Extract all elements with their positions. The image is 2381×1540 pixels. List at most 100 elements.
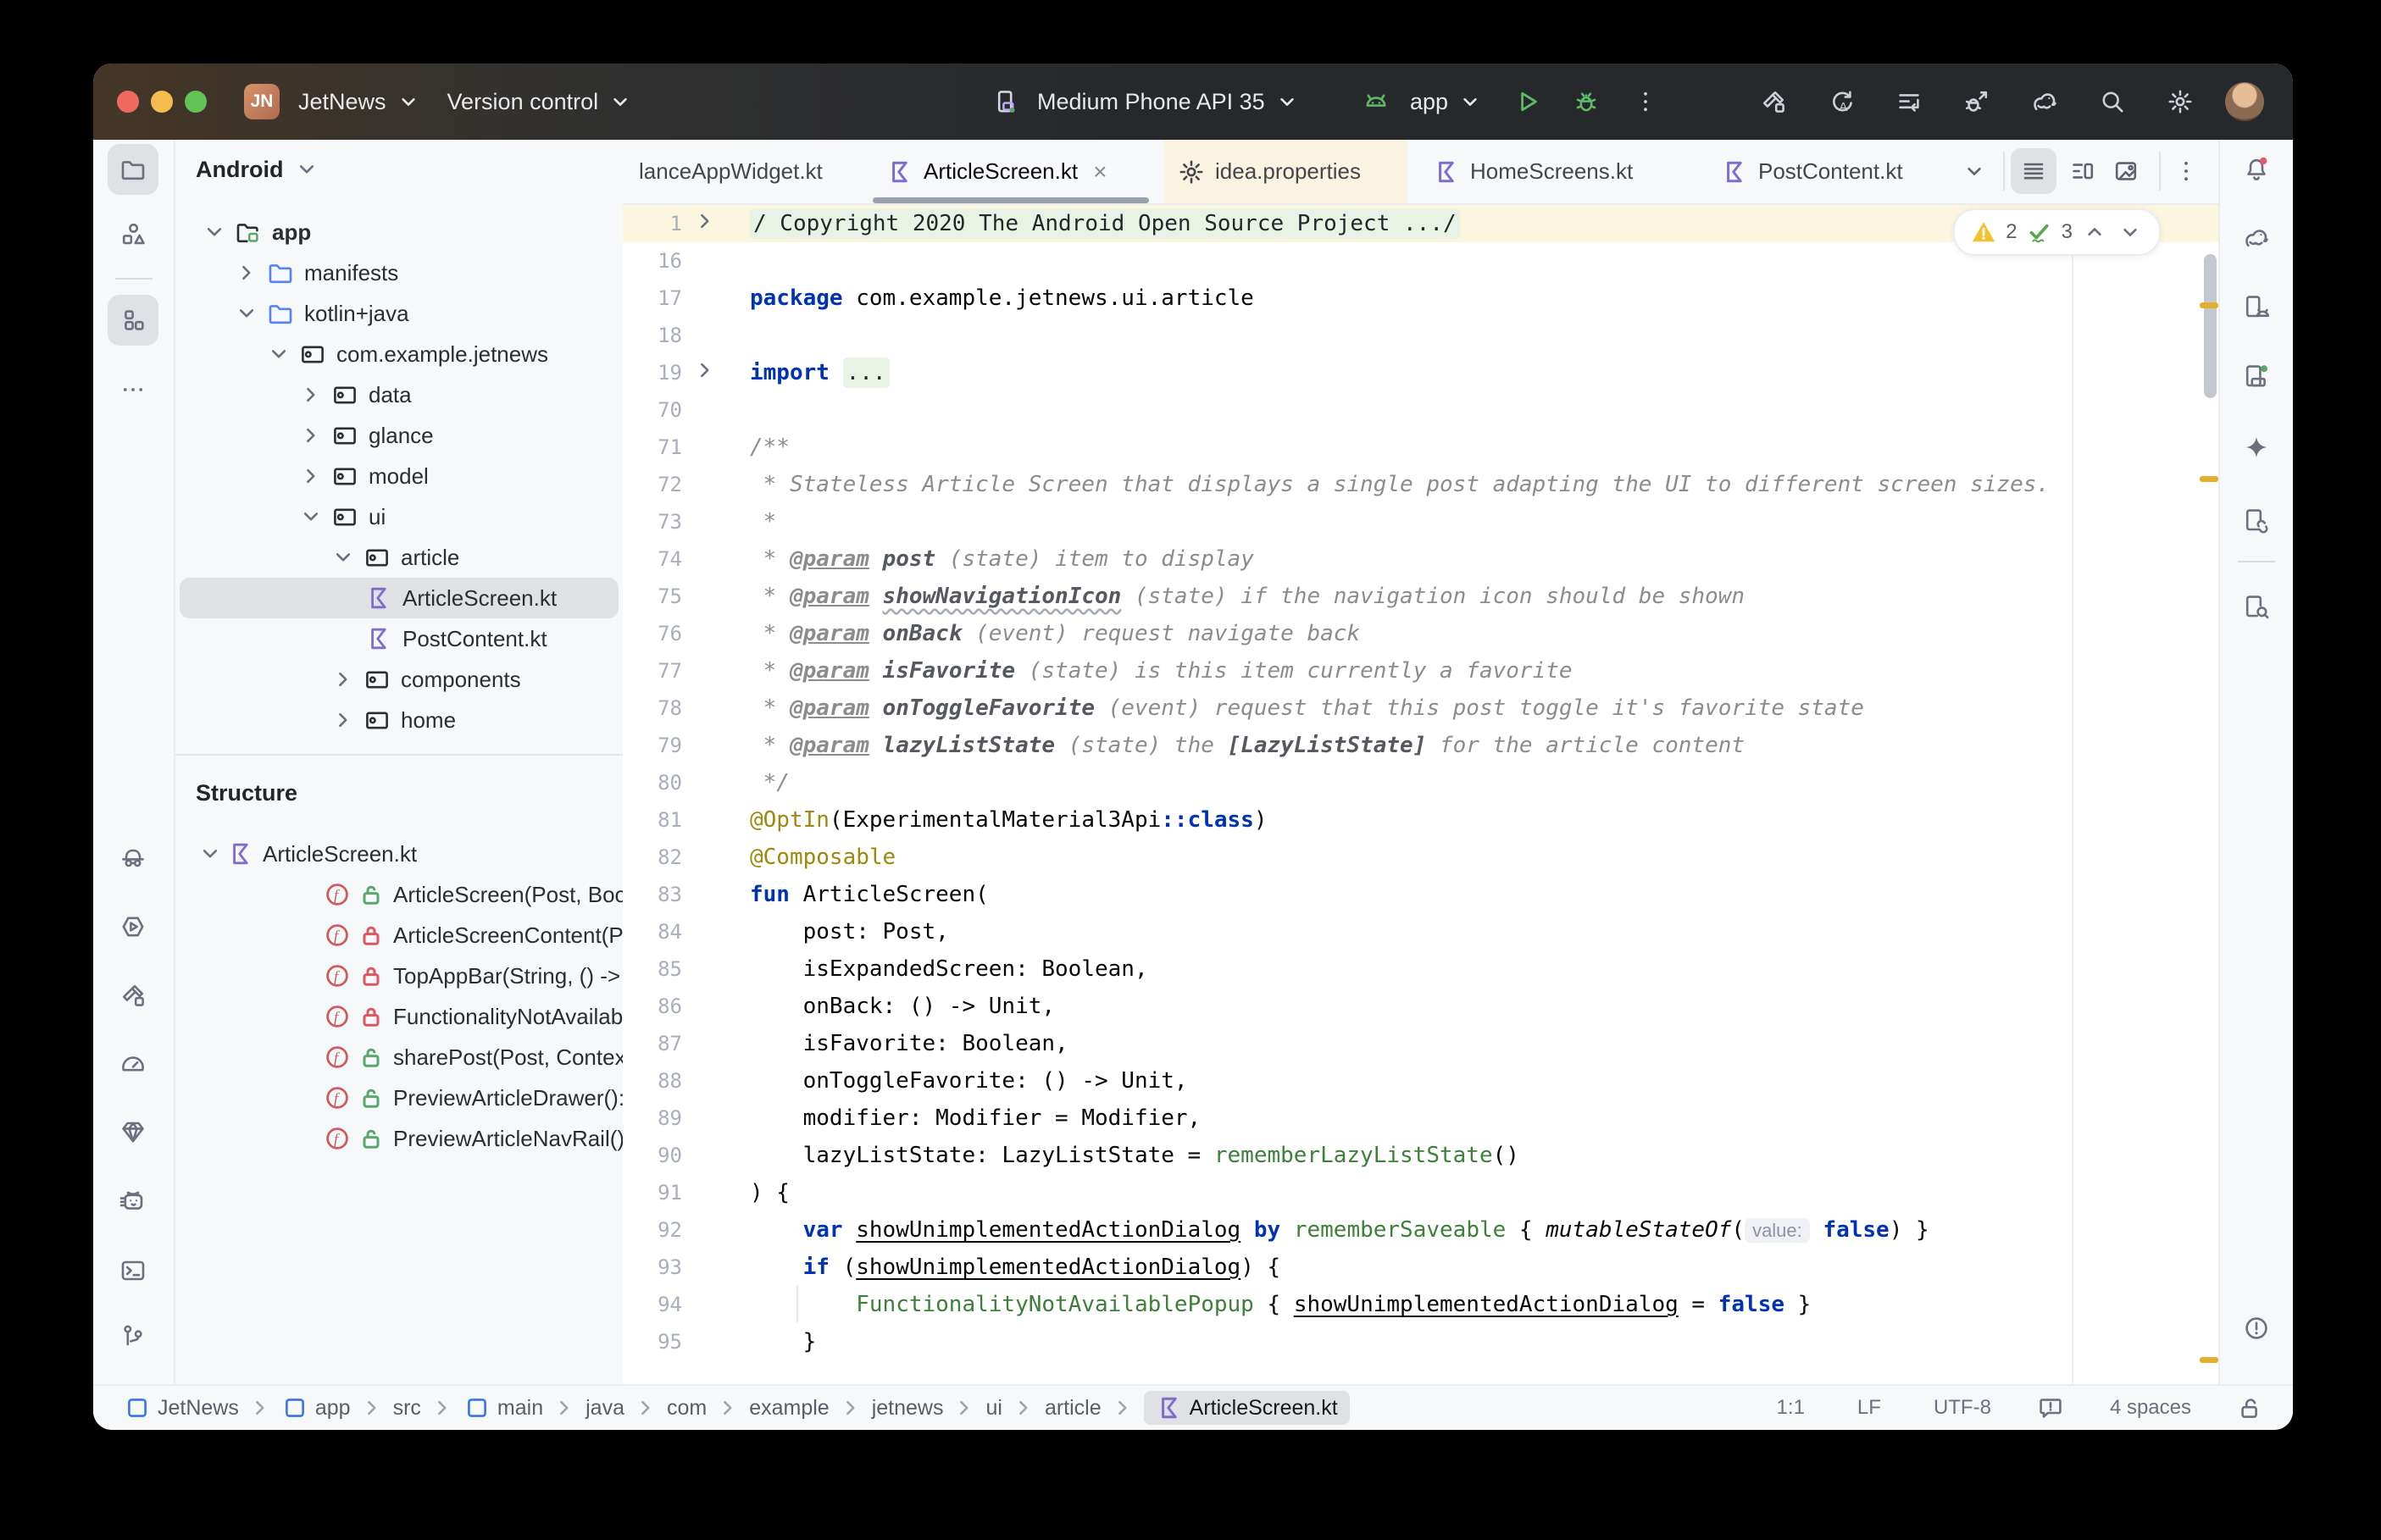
tool-version-control-button[interactable] (108, 1310, 158, 1361)
tool-structure-button[interactable] (108, 295, 158, 346)
settings-button[interactable] (2157, 79, 2203, 125)
run-configuration-selector[interactable]: app (1403, 83, 1490, 120)
breadcrumb-jetnews[interactable]: JetNews (124, 1394, 239, 1421)
collapse-chevron-right-icon[interactable] (294, 463, 328, 490)
project-tree-item-article[interactable]: article (180, 537, 619, 578)
preview-view-button[interactable] (2103, 148, 2149, 194)
structure-file-row[interactable]: ArticleScreen.kt (175, 834, 623, 874)
split-view-button[interactable] (2060, 148, 2106, 194)
collapse-chevron-right-icon[interactable] (294, 422, 328, 449)
gemini-button[interactable] (2231, 422, 2282, 473)
problems-button[interactable] (2231, 1303, 2282, 1354)
readonly-toggle-button[interactable] (2237, 1394, 2264, 1421)
tool-resource-manager-button[interactable] (108, 209, 158, 260)
sync-debugger-button[interactable]: A (1818, 79, 1864, 125)
collapse-chevron-right-icon[interactable] (230, 259, 264, 286)
project-tree-item-manifests[interactable]: manifests (180, 252, 619, 293)
tool-terminal-button[interactable] (108, 1245, 158, 1296)
expand-chevron-down-icon[interactable] (230, 300, 264, 327)
warning-stripe-mark[interactable] (2200, 302, 2218, 308)
structure-item[interactable]: fPreviewArticleDrawer(): Unit (175, 1077, 623, 1118)
build-button[interactable] (1751, 79, 1796, 125)
close-button[interactable] (117, 91, 139, 113)
notifications-button[interactable] (2231, 143, 2282, 194)
tool-profiler-button[interactable] (108, 1038, 158, 1089)
expand-chevron-down-icon[interactable] (197, 219, 231, 246)
editor-view-button[interactable] (2011, 148, 2056, 194)
structure-item[interactable]: fPreviewArticleNavRail(): Unit (175, 1118, 623, 1159)
gradle-sync-button[interactable] (2022, 79, 2067, 125)
tool-build-button[interactable] (108, 970, 158, 1021)
device-manager-button[interactable] (2231, 281, 2282, 332)
editor-scrollbar[interactable] (2204, 254, 2217, 398)
project-tree-item-articlescreen-kt[interactable]: ArticleScreen.kt (180, 578, 619, 618)
breadcrumb-src[interactable]: src (393, 1396, 421, 1421)
editor-tab-postcontent-kt[interactable]: PostContent.kt (1707, 140, 1949, 203)
run-list-button[interactable] (1886, 79, 1932, 125)
close-tab-button[interactable]: × (1093, 158, 1107, 186)
expand-chevron-down-icon[interactable] (262, 341, 296, 368)
structure-item[interactable]: fFunctionalityNotAvailablePop (175, 996, 623, 1037)
expand-chevron-down-icon[interactable] (193, 840, 227, 867)
running-devices-button[interactable] (2231, 351, 2282, 402)
project-tree-item-glance[interactable]: glance (180, 415, 619, 456)
structure-item[interactable]: fTopAppBar(String, () -> Unit, (175, 956, 623, 996)
project-name-menu[interactable]: JetNews (291, 83, 429, 120)
project-tree-item-components[interactable]: components (180, 659, 619, 700)
project-tree-item-kotlin-java[interactable]: kotlin+java (180, 293, 619, 334)
project-tree-item-app[interactable]: app (180, 212, 619, 252)
project-view-selector[interactable]: Android (196, 151, 623, 188)
prev-problem-button[interactable] (2081, 219, 2108, 246)
collapse-chevron-right-icon[interactable] (294, 381, 328, 408)
attach-debugger-button[interactable] (1954, 79, 2000, 125)
device-mirroring-button[interactable] (2231, 495, 2282, 546)
editor-tab-homescreens-kt[interactable]: HomeScreens.kt (1419, 140, 1678, 203)
project-tree-item-ui[interactable]: ui (180, 496, 619, 537)
breadcrumb-app[interactable]: app (281, 1394, 351, 1421)
breadcrumb-main[interactable]: main (463, 1394, 543, 1421)
user-avatar[interactable] (2225, 82, 2264, 121)
tab-list-dropdown-button[interactable] (1951, 148, 1997, 194)
breadcrumb-article[interactable]: article (1045, 1396, 1102, 1421)
zoom-button[interactable] (185, 91, 207, 113)
device-selector[interactable]: Medium Phone API 35 (1030, 83, 1307, 120)
code-editor[interactable]: 1 / Copyright 2020 The Android Open Sourc… (623, 205, 2220, 1386)
tool-logcat-button[interactable] (108, 1176, 158, 1227)
gradle-button[interactable] (2231, 213, 2282, 263)
structure-item[interactable]: fsharePost(Post, Context): Un (175, 1037, 623, 1077)
file-encoding[interactable]: UTF-8 (1927, 1391, 1998, 1425)
more-tool-windows-button[interactable] (108, 364, 158, 415)
structure-item[interactable]: fArticleScreen(Post, Boolean, (175, 874, 623, 915)
more-actions-button[interactable] (1623, 79, 1668, 125)
caret-position[interactable]: 1:1 (1770, 1391, 1812, 1425)
breadcrumb-articlescreen-kt[interactable]: ArticleScreen.kt (1143, 1391, 1350, 1425)
expand-chevron-down-icon[interactable] (326, 544, 360, 571)
breadcrumb-java[interactable]: java (586, 1396, 624, 1421)
next-problem-button[interactable] (2117, 219, 2144, 246)
project-tree-item-model[interactable]: model (180, 456, 619, 496)
run-button[interactable] (1504, 79, 1550, 125)
tool-project-button[interactable] (108, 144, 158, 195)
warning-stripe-mark[interactable] (2200, 1357, 2218, 1363)
warning-stripe-mark[interactable] (2200, 476, 2218, 482)
project-tree-item-home[interactable]: home (180, 700, 619, 740)
fold-arrow-icon[interactable] (691, 357, 719, 390)
breadcrumb-example[interactable]: example (749, 1396, 830, 1421)
search-everywhere-button[interactable] (2090, 79, 2135, 125)
expand-chevron-down-icon[interactable] (294, 503, 328, 530)
device-explorer-button[interactable] (2231, 581, 2282, 632)
project-tree-item-com-example-jetnews[interactable]: com.example.jetnews (180, 334, 619, 374)
indent-setting[interactable]: 4 spaces (2103, 1391, 2198, 1425)
tool-services-button[interactable] (108, 901, 158, 952)
project-tree-item-postcontent-kt[interactable]: PostContent.kt (180, 618, 619, 659)
editor-tab-lanceappwidget-kt[interactable]: lanceAppWidget.kt (625, 140, 847, 203)
minimize-button[interactable] (151, 91, 173, 113)
debug-button[interactable] (1563, 79, 1609, 125)
inspections-status-button[interactable] (2037, 1394, 2064, 1421)
editor-options-button[interactable] (2163, 148, 2209, 194)
collapse-chevron-right-icon[interactable] (326, 666, 360, 693)
breadcrumb-jetnews[interactable]: jetnews (872, 1396, 944, 1421)
project-tree-item-data[interactable]: data (180, 374, 619, 415)
editor-tab-idea-properties[interactable]: idea.properties (1164, 140, 1407, 203)
tool-app-quality-insights-button[interactable] (108, 1106, 158, 1157)
